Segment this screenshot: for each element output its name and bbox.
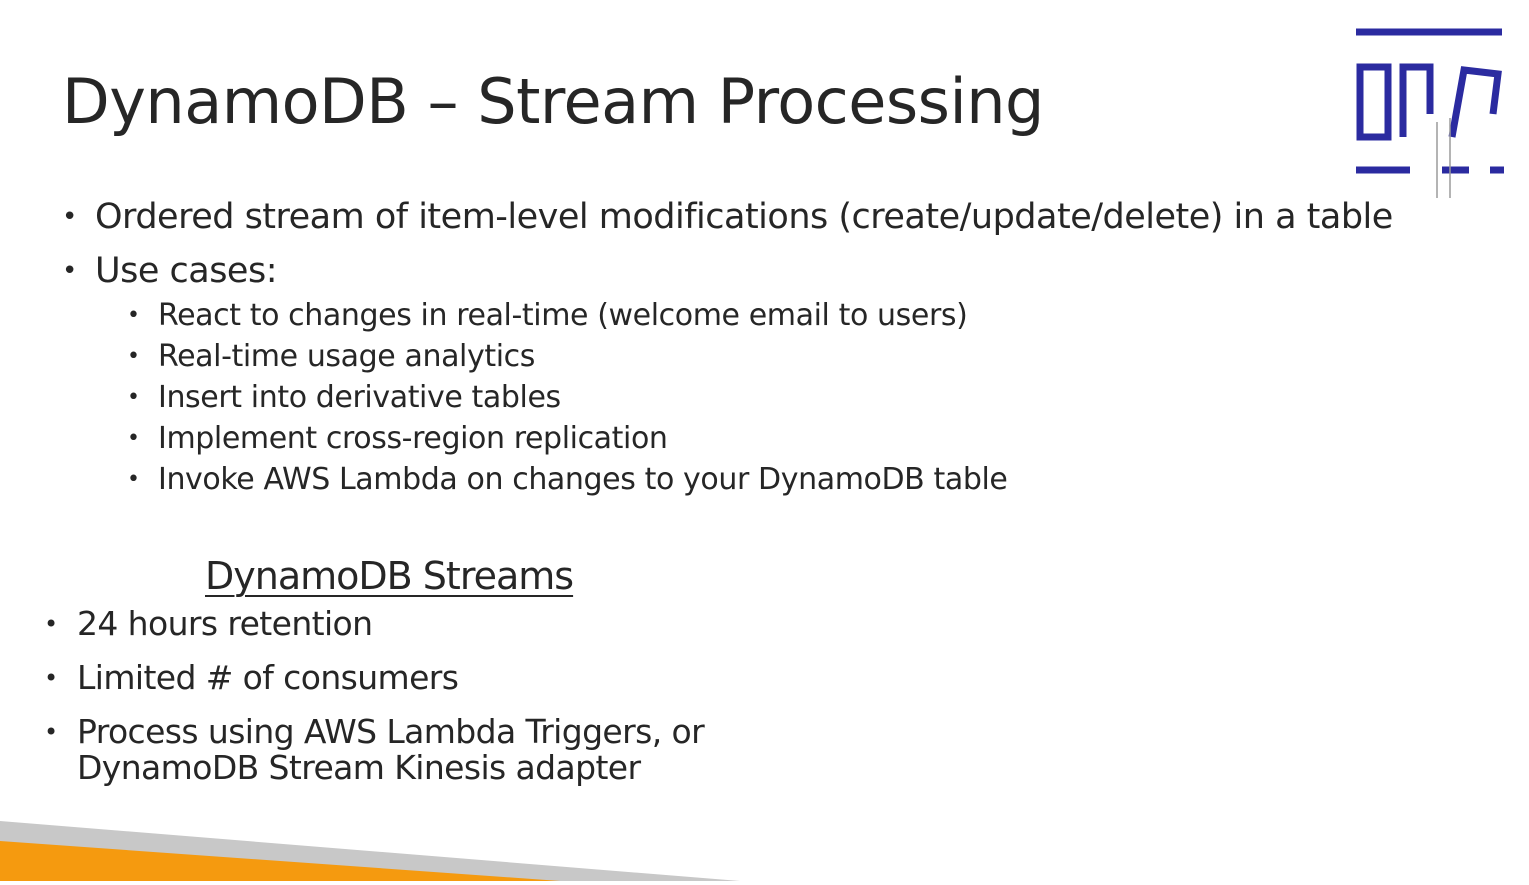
- list-item: Real-time usage analytics: [125, 336, 1482, 377]
- bullet-text: Limited # of consumers: [77, 658, 459, 697]
- list-item: Ordered stream of item-level modificatio…: [62, 190, 1482, 244]
- list-item: Implement cross-region replication: [125, 418, 1482, 459]
- slide-title: DynamoDB – Stream Processing: [62, 65, 1044, 138]
- sub-bullet-text: Insert into derivative tables: [158, 380, 561, 415]
- sub-bullet-text: Invoke AWS Lambda on changes to your Dyn…: [158, 462, 1008, 497]
- list-item: Invoke AWS Lambda on changes to your Dyn…: [125, 459, 1482, 500]
- sub-bullet-text: React to changes in real-time (welcome e…: [158, 298, 968, 333]
- sub-bullet-text: Implement cross-region replication: [158, 421, 668, 456]
- main-bullet-list: Ordered stream of item-level modificatio…: [62, 190, 1482, 500]
- use-cases-list: React to changes in real-time (welcome e…: [95, 295, 1482, 500]
- streams-bullet-list: 24 hours retention Limited # of consumer…: [44, 606, 804, 804]
- footer-accent-bar: [0, 821, 1529, 881]
- list-item: Insert into derivative tables: [125, 377, 1482, 418]
- bullet-text: 24 hours retention: [77, 604, 373, 643]
- sub-bullet-text: Real-time usage analytics: [158, 339, 535, 374]
- list-item: 24 hours retention: [44, 604, 804, 643]
- bullet-text: Use cases:: [95, 251, 278, 291]
- list-item: Process using AWS Lambda Triggers, or Dy…: [44, 714, 804, 786]
- list-item: Use cases: React to changes in real-time…: [62, 244, 1482, 500]
- section-heading: DynamoDB Streams: [205, 554, 574, 598]
- list-item: React to changes in real-time (welcome e…: [125, 295, 1482, 336]
- brand-logo-icon: [1352, 26, 1508, 202]
- list-item: Limited # of consumers: [44, 658, 804, 697]
- bullet-text: Process using AWS Lambda Triggers, or Dy…: [77, 712, 705, 787]
- bullet-text: Ordered stream of item-level modificatio…: [95, 197, 1393, 237]
